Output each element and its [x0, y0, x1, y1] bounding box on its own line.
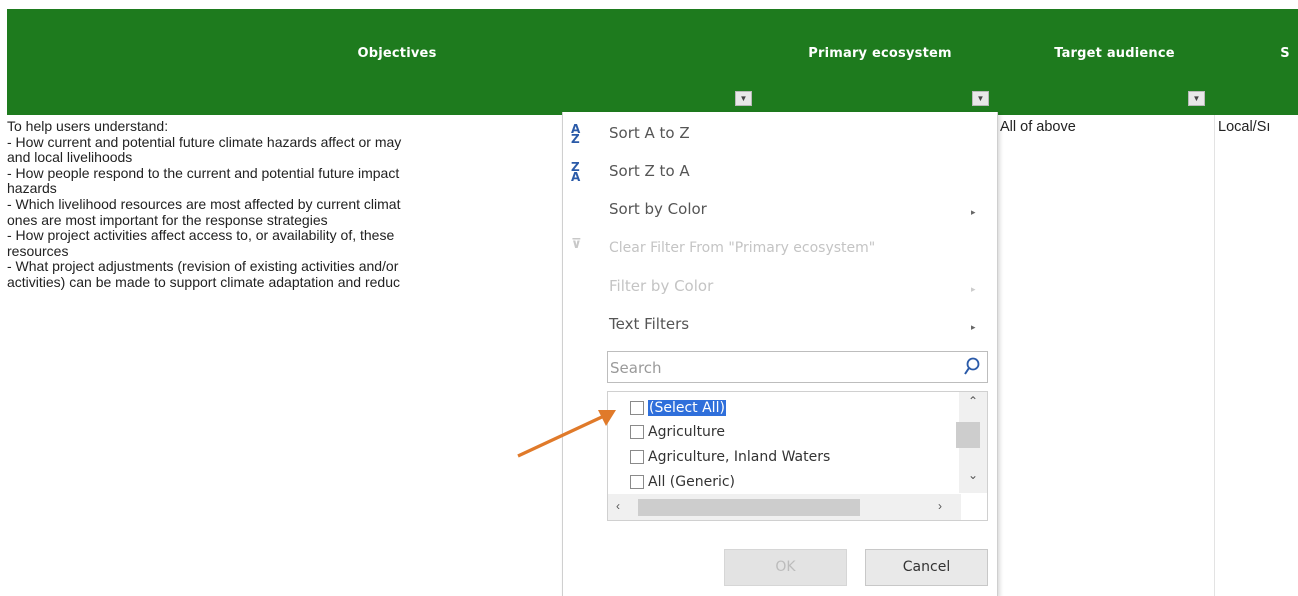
- checkbox[interactable]: [630, 475, 644, 489]
- vertical-scrollbar[interactable]: ⌃ ⌄: [956, 392, 987, 493]
- table-header: Objectives Primary ecosystem Target audi…: [7, 9, 1298, 115]
- list-item-label: (Select All): [648, 400, 726, 416]
- list-item[interactable]: All (Generic): [630, 472, 735, 492]
- menu-item-clear-filter[interactable]: Clear Filter From "Primary ecosystem": [609, 240, 875, 256]
- sort-descending-icon: ZA: [571, 160, 581, 184]
- cell-objectives[interactable]: To help users understand: - How current …: [7, 118, 567, 291]
- autofilter-menu: AZ Sort A to Z ZA Sort Z to A Sort by Co…: [562, 112, 998, 596]
- scroll-right-icon[interactable]: ›: [938, 499, 942, 513]
- list-item-label: Agriculture: [648, 424, 725, 440]
- submenu-arrow-icon: ▸: [971, 322, 976, 332]
- list-item-select-all[interactable]: (Select All): [630, 398, 726, 418]
- sort-ascending-icon: AZ: [571, 122, 581, 146]
- annotation-arrow-icon: [517, 410, 616, 458]
- filter-search-box[interactable]: Search: [607, 351, 988, 383]
- column-header-primary-ecosystem: Primary ecosystem: [808, 46, 952, 61]
- column-header-objectives: Objectives: [357, 46, 437, 61]
- search-placeholder: Search: [610, 359, 662, 377]
- list-item[interactable]: Agriculture, Inland Waters: [630, 447, 830, 467]
- menu-item-sort-a-z[interactable]: Sort A to Z: [609, 124, 690, 142]
- filter-button-target-audience[interactable]: ▼: [1188, 91, 1205, 106]
- menu-item-sort-z-a[interactable]: Sort Z to A: [609, 162, 690, 180]
- cancel-button[interactable]: Cancel: [865, 549, 988, 586]
- search-icon: [964, 357, 980, 375]
- dropdown-arrow-icon: ▼: [739, 93, 748, 103]
- ok-button[interactable]: OK: [724, 549, 847, 586]
- scroll-down-icon[interactable]: ⌄: [968, 468, 978, 482]
- filter-button-objectives[interactable]: ▼: [735, 91, 752, 106]
- scrollbar-thumb[interactable]: [638, 499, 860, 516]
- scroll-up-icon[interactable]: ⌃: [968, 394, 978, 408]
- column-header-scale: S: [1280, 46, 1290, 61]
- submenu-arrow-icon: ▸: [971, 284, 976, 294]
- horizontal-scrollbar[interactable]: ‹ ›: [608, 494, 961, 520]
- menu-item-sort-by-color[interactable]: Sort by Color: [609, 200, 707, 218]
- dropdown-arrow-icon: ▼: [1192, 93, 1201, 103]
- column-header-target-audience: Target audience: [1054, 46, 1175, 61]
- cell-scale[interactable]: Local/Sı: [1218, 119, 1270, 135]
- scrollbar-thumb[interactable]: [956, 422, 980, 448]
- checkbox[interactable]: [630, 425, 644, 439]
- column-divider: [1214, 115, 1215, 596]
- dropdown-arrow-icon: ▼: [976, 93, 985, 103]
- menu-item-filter-by-color[interactable]: Filter by Color: [609, 277, 713, 295]
- submenu-arrow-icon: ▸: [971, 207, 976, 217]
- filter-button-primary-ecosystem[interactable]: ▼: [972, 91, 989, 106]
- list-item[interactable]: Agriculture: [630, 422, 725, 442]
- checkbox[interactable]: [630, 401, 644, 415]
- filter-values-list[interactable]: (Select All) Agriculture Agriculture, In…: [607, 391, 988, 521]
- cell-target-audience[interactable]: All of above: [1000, 119, 1076, 135]
- list-item-label: All (Generic): [648, 474, 736, 490]
- list-item-label: Agriculture, Inland Waters: [648, 449, 831, 465]
- clear-filter-icon: ⊽: [571, 237, 582, 252]
- checkbox[interactable]: [630, 450, 644, 464]
- scroll-left-icon[interactable]: ‹: [616, 499, 620, 513]
- menu-item-text-filters[interactable]: Text Filters: [609, 315, 689, 333]
